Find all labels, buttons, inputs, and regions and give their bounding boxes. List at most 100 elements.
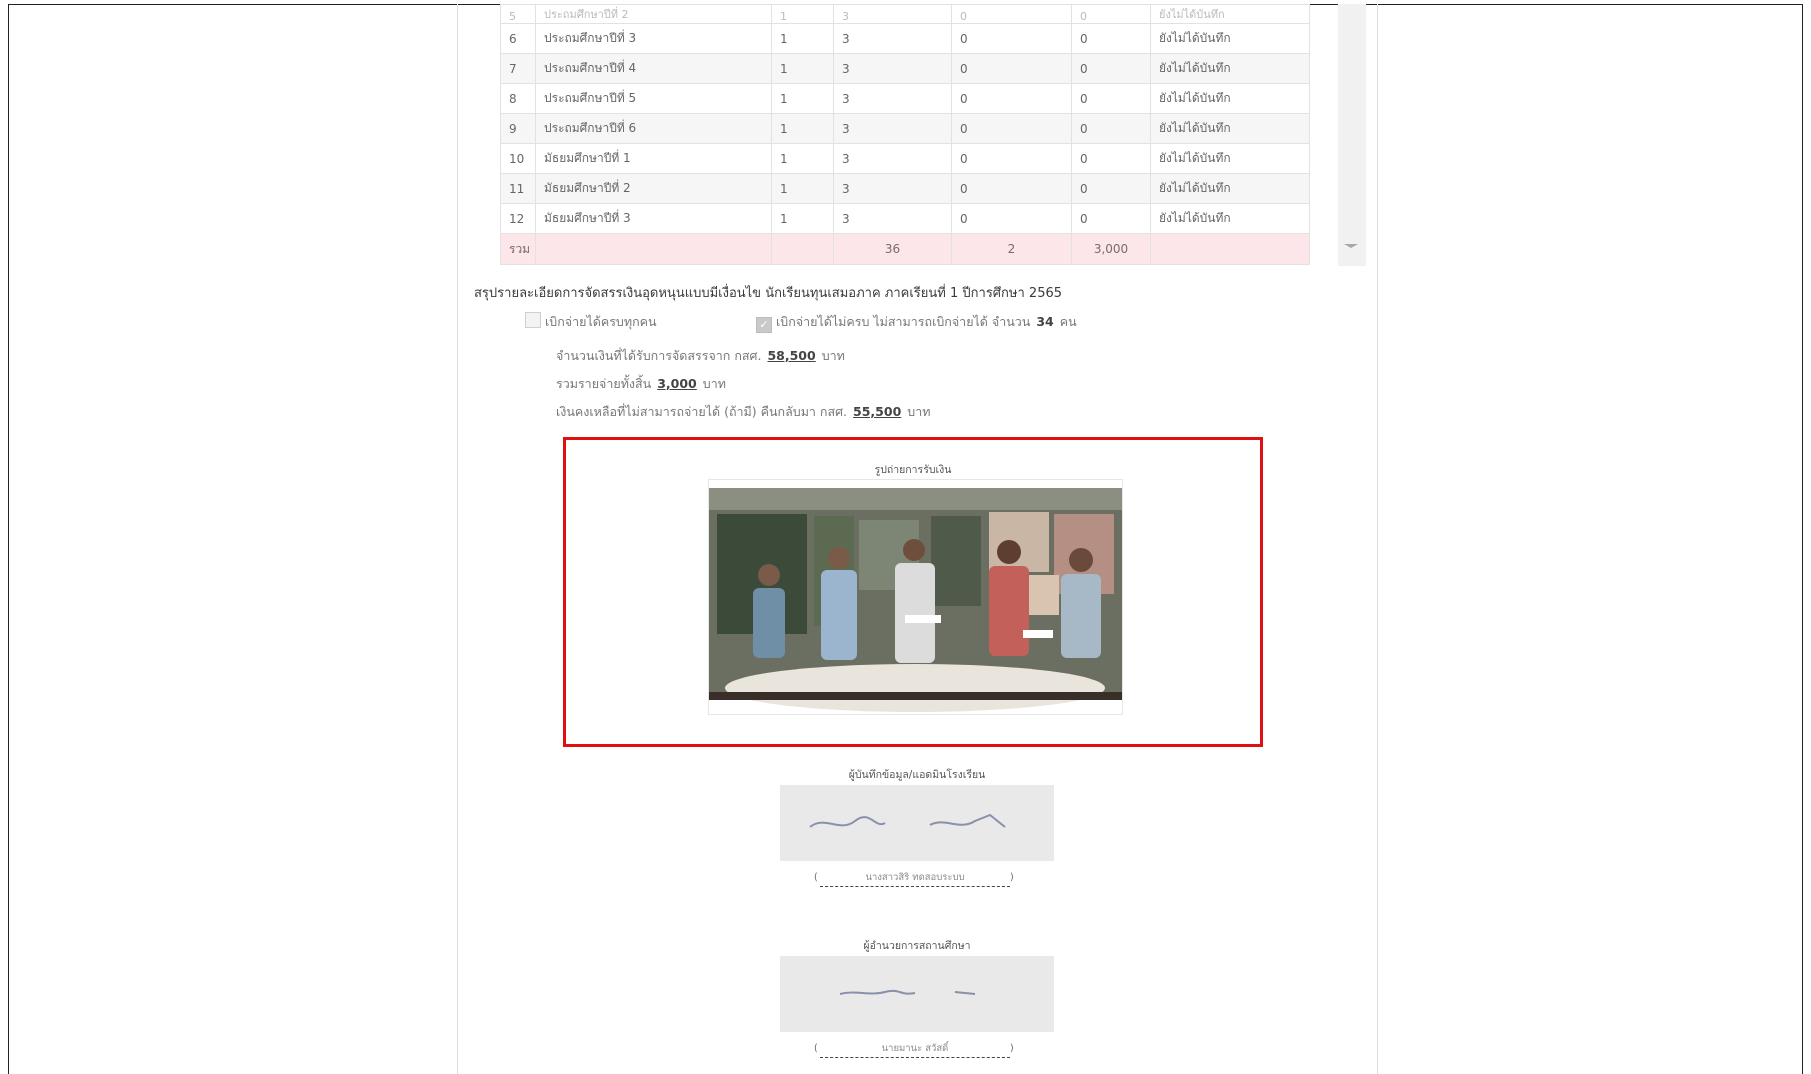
cell-value: 3 bbox=[833, 83, 952, 114]
cell-value: 0 bbox=[951, 83, 1072, 114]
empty-cell bbox=[771, 233, 834, 265]
row-number: 10 bbox=[500, 143, 536, 174]
cell-value: 0 bbox=[1071, 143, 1151, 174]
cell-value: 0 bbox=[951, 203, 1072, 234]
signature-scribble-icon bbox=[839, 989, 976, 995]
cell-value: 3 bbox=[833, 143, 952, 174]
signer-name: นายมานะ สวัสดิ์ bbox=[820, 1041, 1010, 1058]
total-value: 2 bbox=[951, 233, 1072, 265]
status-cell: ยังไม่ได้บันทึก bbox=[1150, 53, 1310, 84]
cell-value: 1 bbox=[771, 53, 834, 84]
received-value: 58,500 bbox=[767, 348, 816, 363]
cell-value: 0 bbox=[1071, 23, 1151, 54]
received-amount-line: จำนวนเงินที่ได้รับการจัดสรรจาก กสศ. 58,50… bbox=[556, 346, 845, 366]
row-number: 12 bbox=[500, 203, 536, 234]
photo-title: รูปถ่ายการรับเงิน bbox=[874, 464, 952, 476]
table-scrollbar[interactable] bbox=[1338, 4, 1366, 266]
empty-cell bbox=[535, 233, 772, 265]
grade-level: ประถมศึกษาปีที่ 2 bbox=[535, 4, 772, 24]
cell-value: 0 bbox=[951, 143, 1072, 174]
cell-value: 1 bbox=[771, 173, 834, 204]
cell-value: 1 bbox=[771, 143, 834, 174]
empty-cell bbox=[1150, 233, 1310, 265]
remaining-value: 55,500 bbox=[853, 404, 902, 419]
summary-title: สรุปรายละเอียดการจัดสรรเงินอุดหนุนแบบมีเ… bbox=[474, 286, 1063, 301]
grade-level: ประถมศึกษาปีที่ 5 bbox=[535, 83, 772, 114]
cell-value: 0 bbox=[1071, 113, 1151, 144]
unpaid-count: 34 bbox=[1036, 314, 1054, 329]
unit-label: บาท bbox=[907, 404, 931, 419]
checkbox-all-paid[interactable] bbox=[525, 312, 541, 328]
cell-value: 3 bbox=[833, 4, 952, 24]
grade-level: ประถมศึกษาปีที่ 6 bbox=[535, 113, 772, 144]
scroll-down-icon[interactable] bbox=[1344, 244, 1358, 248]
cell-value: 0 bbox=[1071, 53, 1151, 84]
cell-value: 1 bbox=[771, 203, 834, 234]
cell-value: 3 bbox=[833, 53, 952, 84]
unit-label: บาท bbox=[702, 376, 726, 391]
signature-image-director bbox=[780, 956, 1054, 1032]
total-row: รวม 36 2 3,000 bbox=[500, 233, 1310, 265]
remaining-label: เงินคงเหลือที่ไม่สามารถจ่ายได้ (ถ้ามี) ค… bbox=[556, 404, 848, 419]
checkbox-label: เบิกจ่ายได้ครบทุกคน bbox=[545, 314, 657, 329]
cell-value: 0 bbox=[951, 53, 1072, 84]
table-row: 7 ประถมศึกษาปีที่ 4 1 3 0 0 ยังไม่ได้บัน… bbox=[500, 53, 1310, 84]
signer-name: นางสาวสิริ ทดสอบระบบ bbox=[820, 870, 1010, 887]
total-amount: 3,000 bbox=[1071, 233, 1151, 265]
table-row: 9 ประถมศึกษาปีที่ 6 1 3 0 0 ยังไม่ได้บัน… bbox=[500, 113, 1310, 144]
payment-photo[interactable] bbox=[709, 480, 1122, 714]
checkbox-label: เบิกจ่ายได้ไม่ครบ ไม่สามารถเบิกจ่ายได้ จ… bbox=[776, 314, 1031, 329]
signature-name-recorder: (นางสาวสิริ ทดสอบระบบ) bbox=[814, 870, 1020, 887]
grade-level: ประถมศึกษาปีที่ 4 bbox=[535, 53, 772, 84]
cell-value: 0 bbox=[1071, 83, 1151, 114]
student-count-table: 5 ประถมศึกษาปีที่ 2 1 3 0 0 ยังไม่ได้บัน… bbox=[500, 4, 1310, 265]
spent-amount-line: รวมรายจ่ายทั้งสิ้น 3,000 บาท bbox=[556, 374, 726, 394]
spent-label: รวมรายจ่ายทั้งสิ้น bbox=[556, 376, 652, 391]
table-row: 8 ประถมศึกษาปีที่ 5 1 3 0 0 ยังไม่ได้บัน… bbox=[500, 83, 1310, 114]
total-label: รวม bbox=[500, 233, 536, 265]
grade-level: ประถมศึกษาปีที่ 3 bbox=[535, 23, 772, 54]
unit-label: บาท bbox=[821, 348, 845, 363]
cell-value: 0 bbox=[951, 113, 1072, 144]
signature-image-recorder bbox=[780, 785, 1054, 861]
total-value: 36 bbox=[833, 233, 952, 265]
received-label: จำนวนเงินที่ได้รับการจัดสรรจาก กสศ. bbox=[556, 348, 762, 363]
signature-scribble-icon bbox=[809, 813, 1006, 828]
checkbox-partial-paid[interactable]: ✓ bbox=[756, 317, 772, 333]
cell-value: 0 bbox=[951, 173, 1072, 204]
unit-label: คน bbox=[1059, 314, 1077, 329]
row-number: 5 bbox=[500, 4, 536, 24]
cell-value: 3 bbox=[833, 113, 952, 144]
table-row: 5 ประถมศึกษาปีที่ 2 1 3 0 0 ยังไม่ได้บัน… bbox=[500, 4, 1310, 24]
status-cell: ยังไม่ได้บันทึก bbox=[1150, 83, 1310, 114]
signature-title-director: ผู้อำนวยการสถานศึกษา bbox=[863, 940, 971, 952]
option-all-paid[interactable]: เบิกจ่ายได้ครบทุกคน bbox=[525, 312, 657, 332]
cell-value: 0 bbox=[1071, 203, 1151, 234]
status-cell: ยังไม่ได้บันทึก bbox=[1150, 113, 1310, 144]
cell-value: 0 bbox=[951, 4, 1072, 24]
row-number: 11 bbox=[500, 173, 536, 204]
status-cell: ยังไม่ได้บันทึก bbox=[1150, 203, 1310, 234]
table-row: 6 ประถมศึกษาปีที่ 3 1 3 0 0 ยังไม่ได้บัน… bbox=[500, 23, 1310, 54]
option-partial-paid[interactable]: ✓ เบิกจ่ายได้ไม่ครบ ไม่สามารถเบิกจ่ายได้ … bbox=[756, 312, 1077, 333]
table-row: 11 มัธยมศึกษาปีที่ 2 1 3 0 0 ยังไม่ได้บั… bbox=[500, 173, 1310, 204]
signature-title-recorder: ผู้บันทึกข้อมูล/แอดมินโรงเรียน bbox=[848, 769, 986, 781]
cell-value: 3 bbox=[833, 23, 952, 54]
cell-value: 0 bbox=[1071, 4, 1151, 24]
signature-name-director: (นายมานะ สวัสดิ์) bbox=[814, 1041, 1020, 1058]
spent-value: 3,000 bbox=[657, 376, 697, 391]
status-cell: ยังไม่ได้บันทึก bbox=[1150, 4, 1310, 24]
remaining-amount-line: เงินคงเหลือที่ไม่สามารถจ่ายได้ (ถ้ามี) ค… bbox=[556, 402, 930, 422]
cell-value: 0 bbox=[1071, 173, 1151, 204]
row-number: 9 bbox=[500, 113, 536, 144]
status-cell: ยังไม่ได้บันทึก bbox=[1150, 23, 1310, 54]
payment-photo-frame bbox=[708, 479, 1123, 715]
cell-value: 1 bbox=[771, 113, 834, 144]
grade-level: มัธยมศึกษาปีที่ 2 bbox=[535, 173, 772, 204]
table-row: 10 มัธยมศึกษาปีที่ 1 1 3 0 0 ยังไม่ได้บั… bbox=[500, 143, 1310, 174]
table-row: 12 มัธยมศึกษาปีที่ 3 1 3 0 0 ยังไม่ได้บั… bbox=[500, 203, 1310, 234]
cell-value: 1 bbox=[771, 4, 834, 24]
row-number: 6 bbox=[500, 23, 536, 54]
cell-value: 1 bbox=[771, 83, 834, 114]
cell-value: 3 bbox=[833, 203, 952, 234]
